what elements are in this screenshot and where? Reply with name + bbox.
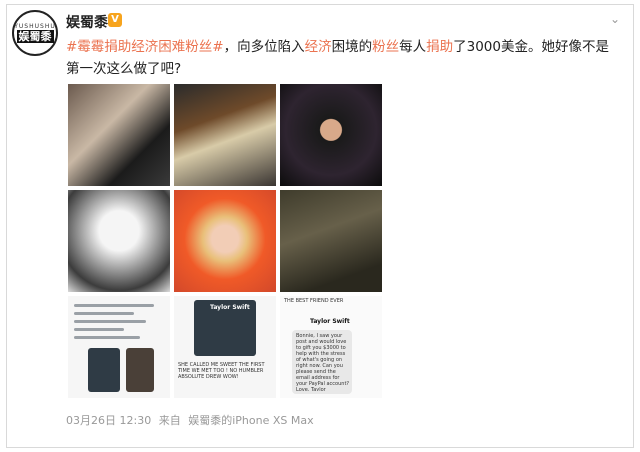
chevron-down-icon[interactable]: ⌄ (610, 12, 620, 26)
message-bubble: Bonnie, I saw your post and would love t… (292, 330, 352, 394)
screenshot-title: Taylor Swift (210, 304, 250, 311)
post-text-part: ，向多位陷入 (223, 39, 305, 55)
avatar-logo-text: 娱蜀黍 (16, 30, 54, 43)
screenshot-title: Taylor Swift (310, 318, 350, 325)
text-line (74, 304, 154, 307)
author-name[interactable]: 娱蜀黍 (66, 12, 108, 32)
avatar[interactable]: YUSHUSHU 娱蜀黍 (12, 10, 58, 56)
message-text: Bonnie, I saw your post and would love t… (296, 333, 350, 391)
tweet-screenshot-tile[interactable] (68, 296, 170, 398)
photo-tile[interactable] (68, 190, 170, 292)
photo-tile[interactable] (68, 84, 170, 186)
post-text: #霉霉捐助经济困难粉丝#，向多位陷入经济困境的粉丝每人捐助了3000美金。她好像… (66, 36, 621, 80)
phone-screenshot (88, 348, 120, 392)
phone-screenshot: Taylor Swift (194, 300, 256, 356)
photo-tile[interactable] (174, 84, 276, 186)
post-meta: 03月26日 12:30 来自 娱蜀黍的iPhone XS Max (66, 412, 318, 428)
tweet-screenshot-tile[interactable]: THE BEST FRIEND EVER Taylor Swift Bonnie… (280, 296, 382, 398)
photo-tile[interactable] (174, 190, 276, 292)
photo-tile[interactable] (280, 190, 382, 292)
verified-badge-icon: V (108, 13, 122, 27)
post-text-part: 每人 (399, 39, 427, 55)
photo-tile[interactable] (280, 84, 382, 186)
phone-screenshot (126, 348, 154, 392)
screenshot-heading: THE BEST FRIEND EVER (284, 298, 344, 304)
hashtag-link[interactable]: #霉霉捐助经济困难粉丝# (66, 39, 224, 55)
post-date[interactable]: 03月26日 12:30 (66, 414, 151, 427)
text-line (74, 336, 140, 339)
post-source[interactable]: 娱蜀黍的iPhone XS Max (188, 414, 313, 427)
highlight-word[interactable]: 捐助 (426, 39, 453, 55)
weibo-post-card: YUSHUSHU 娱蜀黍 娱蜀黍 V ⌄ #霉霉捐助经济困难粉丝#，向多位陷入经… (0, 0, 640, 452)
highlight-word[interactable]: 经济 (305, 39, 332, 55)
text-line (74, 320, 146, 323)
highlight-word[interactable]: 粉丝 (372, 39, 399, 55)
text-line (74, 328, 124, 331)
text-line (74, 312, 134, 315)
post-text-part: 困境的 (331, 39, 373, 55)
via-label: 来自 (158, 414, 181, 427)
tweet-screenshot-tile[interactable]: Taylor Swift SHE CALLED ME SWEET THE FIR… (174, 296, 276, 398)
screenshot-caption: SHE CALLED ME SWEET THE FIRST TIME WE ME… (178, 362, 265, 380)
avatar-ring-text: YUSHUSHU (14, 23, 56, 30)
